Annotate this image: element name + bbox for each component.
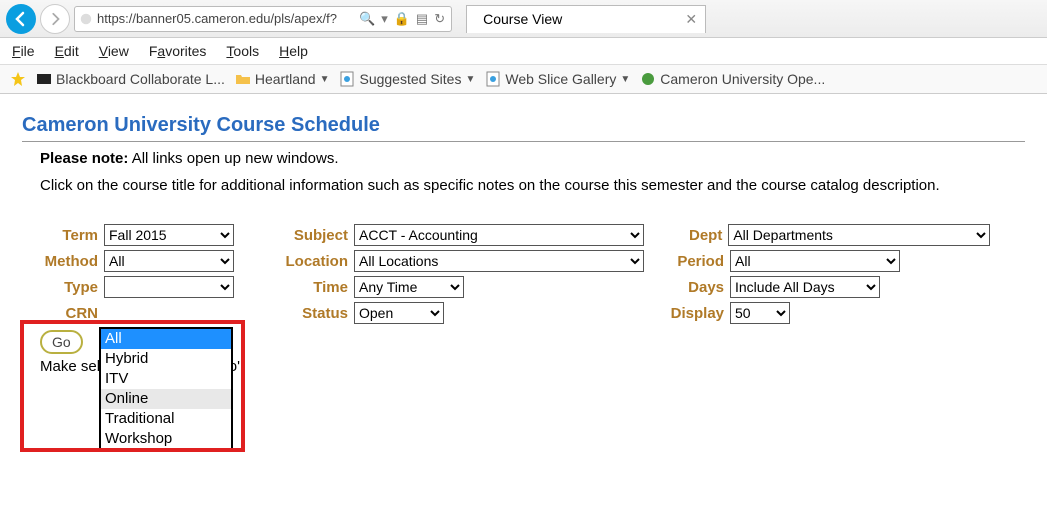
filter-days: Days Include All Days <box>670 276 990 298</box>
display-label: Display <box>670 305 724 322</box>
bookmark-label: Heartland <box>255 71 316 87</box>
search-icon[interactable]: 🔍 <box>357 11 377 27</box>
tab-close-icon[interactable]: ✕ <box>685 11 697 28</box>
location-label: Location <box>280 253 348 270</box>
menu-bar: File Edit View Favorites Tools Help <box>0 38 1047 64</box>
ie-page-icon <box>339 71 355 87</box>
location-select[interactable]: All Locations <box>354 250 644 272</box>
cameron-icon <box>640 71 656 87</box>
favorites-star-icon[interactable] <box>10 71 26 87</box>
lock-icon: 🔒 <box>392 11 412 27</box>
menu-tools[interactable]: Tools <box>226 43 259 59</box>
filter-type: Type <box>40 276 270 298</box>
bookmarks-bar: Blackboard Collaborate L... Heartland ▼ … <box>0 64 1047 94</box>
menu-favorites[interactable]: Favorites <box>149 43 207 59</box>
page-title: Cameron University Course Schedule <box>22 114 1025 137</box>
status-select[interactable]: Open <box>354 302 444 324</box>
filter-crn: CRN <box>40 305 270 322</box>
method-select[interactable]: All <box>104 250 234 272</box>
method-label: Method <box>40 253 98 270</box>
period-label: Period <box>670 253 724 270</box>
browser-nav-bar: 🔍 ▾ 🔒 ▤ ↻ Course View ✕ <box>0 0 1047 38</box>
site-icon <box>79 12 93 26</box>
chevron-down-icon: ▼ <box>620 74 630 85</box>
time-select[interactable]: Any Time <box>354 276 464 298</box>
bookmark-suggested[interactable]: Suggested Sites ▼ <box>339 71 475 87</box>
bookmark-heartland[interactable]: Heartland ▼ <box>235 71 330 87</box>
filter-location: Location All Locations <box>280 250 660 272</box>
filter-display: Display 50 <box>670 302 990 324</box>
bookmark-label: Suggested Sites <box>359 71 461 87</box>
refresh-icon[interactable]: ↻ <box>432 11 447 27</box>
forward-button[interactable] <box>40 4 70 34</box>
note-text: All links open up new windows. <box>128 150 338 167</box>
days-select[interactable]: Include All Days <box>730 276 880 298</box>
filter-time: Time Any Time <box>280 276 660 298</box>
method-option-itv[interactable]: ITV <box>101 369 231 389</box>
menu-view[interactable]: View <box>99 43 129 59</box>
chevron-down-icon: ▼ <box>465 74 475 85</box>
compat-icon[interactable]: ▤ <box>414 11 430 27</box>
method-dropdown-open[interactable]: All Hybrid ITV Online Traditional Worksh… <box>99 327 233 451</box>
time-label: Time <box>280 279 348 296</box>
dropdown-icon[interactable]: ▾ <box>379 11 390 27</box>
url-input[interactable] <box>95 10 355 27</box>
note-label: Please note: <box>40 150 128 167</box>
folder-icon <box>235 71 251 87</box>
filter-status: Status Open <box>280 302 660 324</box>
days-label: Days <box>670 279 724 296</box>
bookmark-label: Web Slice Gallery <box>505 71 616 87</box>
term-label: Term <box>40 227 98 244</box>
status-label: Status <box>280 305 348 322</box>
subtext: Click on the course title for additional… <box>40 177 1025 194</box>
method-option-online[interactable]: Online <box>101 389 231 409</box>
ie-page-icon <box>485 71 501 87</box>
type-label: Type <box>40 279 98 296</box>
horizontal-rule <box>22 141 1025 142</box>
menu-file[interactable]: File <box>12 43 35 59</box>
method-option-hybrid[interactable]: Hybrid <box>101 349 231 369</box>
method-option-traditional[interactable]: Traditional <box>101 409 231 429</box>
back-button[interactable] <box>6 4 36 34</box>
type-select[interactable] <box>104 276 234 298</box>
term-select[interactable]: Fall 2015 <box>104 224 234 246</box>
note-line: Please note: All links open up new windo… <box>40 150 1025 167</box>
dept-select[interactable]: All Departments <box>728 224 990 246</box>
blackboard-icon <box>36 71 52 87</box>
filter-subject: Subject ACCT - Accounting <box>280 224 660 246</box>
chevron-down-icon: ▼ <box>320 74 330 85</box>
method-option-all[interactable]: All <box>101 329 231 349</box>
filter-grid: Term Fall 2015 Subject ACCT - Accounting… <box>40 224 1025 324</box>
filter-method: Method All <box>40 250 270 272</box>
menu-edit[interactable]: Edit <box>55 43 79 59</box>
method-option-workshop[interactable]: Workshop <box>101 429 231 449</box>
filter-dept: Dept All Departments <box>670 224 990 246</box>
go-button[interactable]: Go <box>40 330 83 354</box>
menu-help[interactable]: Help <box>279 43 308 59</box>
bookmark-webslice[interactable]: Web Slice Gallery ▼ <box>485 71 630 87</box>
bookmark-label: Cameron University Ope... <box>660 71 825 87</box>
bookmark-cameron[interactable]: Cameron University Ope... <box>640 71 825 87</box>
address-bar[interactable]: 🔍 ▾ 🔒 ▤ ↻ <box>74 6 452 32</box>
bookmark-blackboard[interactable]: Blackboard Collaborate L... <box>36 71 225 87</box>
period-select[interactable]: All <box>730 250 900 272</box>
subject-select[interactable]: ACCT - Accounting <box>354 224 644 246</box>
bookmark-label: Blackboard Collaborate L... <box>56 71 225 87</box>
browser-tab[interactable]: Course View ✕ <box>466 5 706 33</box>
filter-term: Term Fall 2015 <box>40 224 270 246</box>
crn-label: CRN <box>40 305 98 322</box>
subject-label: Subject <box>280 227 348 244</box>
filter-period: Period All <box>670 250 990 272</box>
display-select[interactable]: 50 <box>730 302 790 324</box>
tab-title: Course View <box>483 11 562 27</box>
dept-label: Dept <box>670 227 722 244</box>
